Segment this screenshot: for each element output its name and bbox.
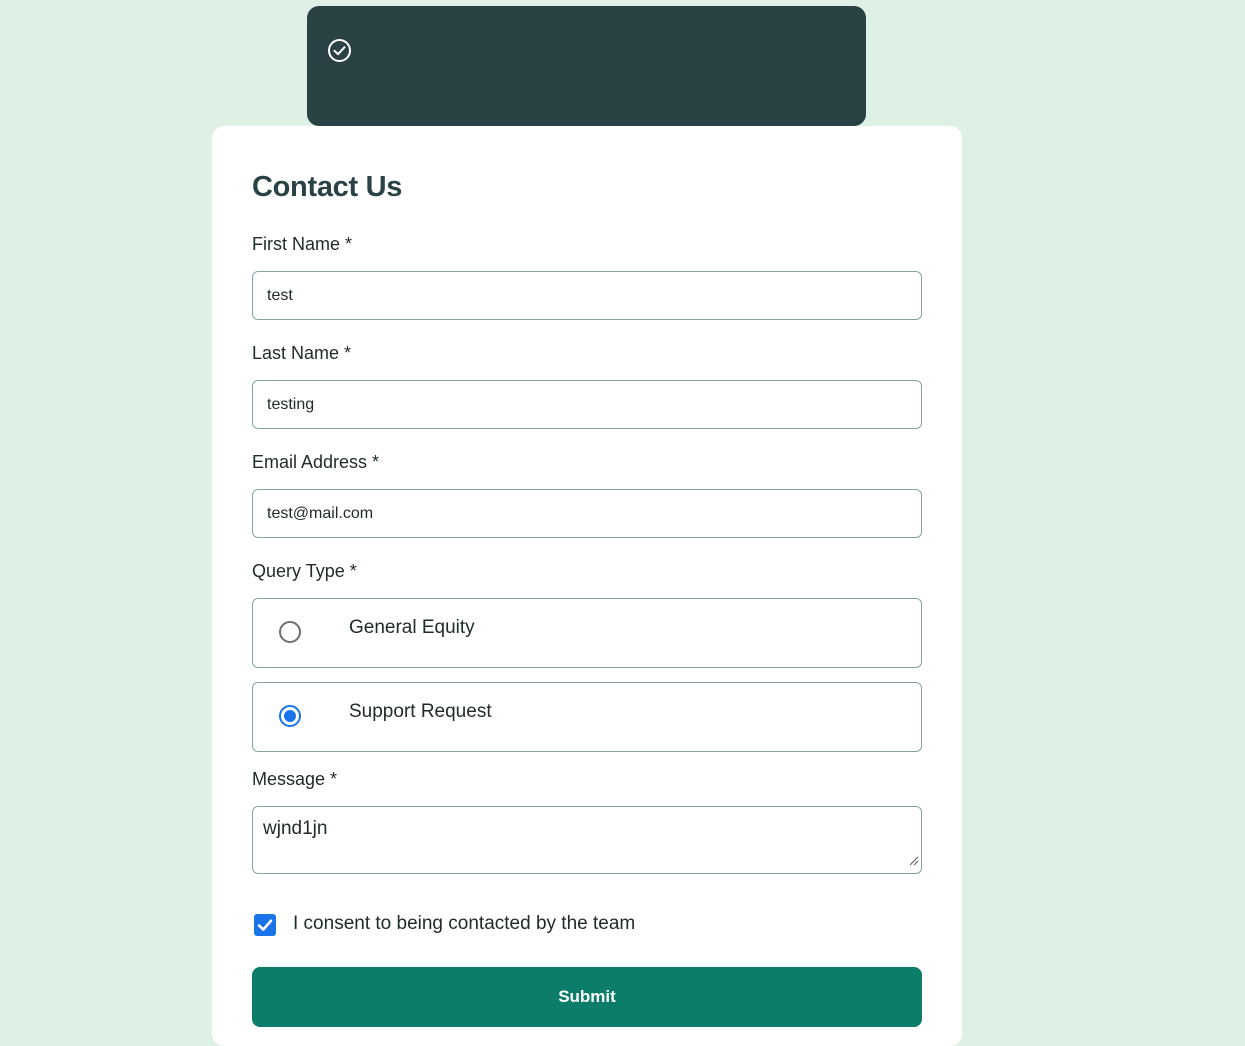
checkmark-icon bbox=[257, 919, 273, 931]
submit-label: Submit bbox=[558, 987, 616, 1006]
radio-label-support-request: Support Request bbox=[349, 701, 492, 722]
radio-label-general-equity: General Equity bbox=[349, 617, 475, 638]
radio-checked-icon[interactable] bbox=[279, 705, 301, 727]
success-toast bbox=[307, 6, 866, 126]
email-label: Email Address * bbox=[252, 452, 380, 472]
consent-checkbox[interactable] bbox=[254, 914, 276, 936]
message-label: Message * bbox=[252, 769, 338, 789]
resize-handle-icon[interactable] bbox=[909, 853, 919, 871]
radio-unchecked-icon[interactable] bbox=[279, 621, 301, 643]
query-type-label: Query Type * bbox=[252, 561, 357, 581]
first-name-label: First Name * bbox=[252, 234, 353, 254]
toast-message: Thanks for completing the form we will b… bbox=[327, 79, 806, 100]
contact-form-card bbox=[212, 126, 962, 1046]
email-input[interactable] bbox=[252, 489, 922, 538]
radio-option-support-request[interactable]: Support Request bbox=[252, 682, 922, 752]
form-title: Contact Us bbox=[252, 171, 403, 203]
radio-option-general-equity[interactable]: General Equity bbox=[252, 598, 922, 668]
last-name-label: Last Name * bbox=[252, 343, 352, 363]
message-text: wjnd1jn bbox=[263, 818, 328, 839]
first-name-input[interactable] bbox=[252, 271, 922, 320]
check-circle-icon bbox=[327, 38, 352, 68]
submit-button[interactable]: Submit bbox=[252, 967, 922, 1027]
toast-title: Message sent! bbox=[362, 30, 490, 51]
consent-label: I consent to being contacted by the team bbox=[293, 913, 636, 934]
last-name-input[interactable] bbox=[252, 380, 922, 429]
message-textarea[interactable]: wjnd1jn bbox=[252, 806, 922, 874]
